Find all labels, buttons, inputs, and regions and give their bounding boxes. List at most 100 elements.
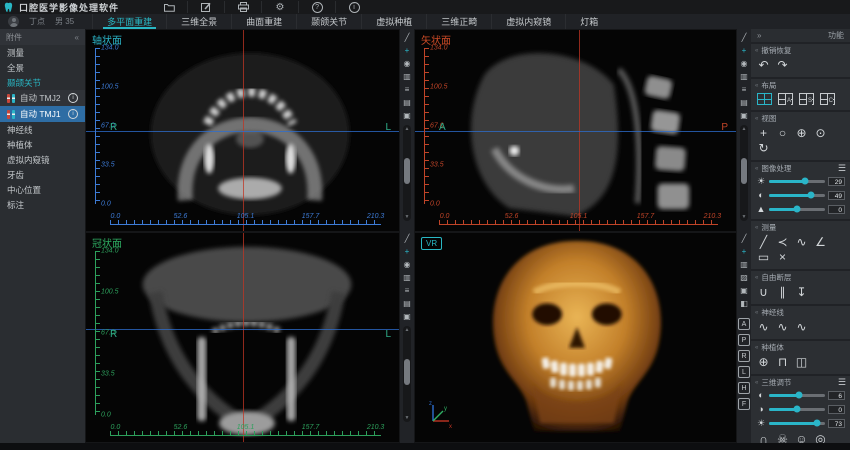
layout-option-C-icon[interactable]: C [820,93,835,105]
undo-icon[interactable]: ↶ [757,58,770,72]
tab-三维正畸[interactable]: 三维正畸 [426,14,491,29]
nerve-3-icon[interactable]: ∿ [795,320,808,334]
section-header[interactable]: «撤销恢复 [755,45,846,56]
slider-thumb[interactable] [794,206,801,213]
i-cube-icon[interactable]: ◫ [795,355,808,369]
slider-thumb[interactable] [807,192,814,199]
vr-chart-icon[interactable]: ▥ [738,258,750,271]
section-header[interactable]: «自由断层 [755,272,846,283]
slider-track[interactable] [769,394,825,397]
slider-track[interactable] [769,194,825,197]
scroll-up-icon[interactable]: ▲ [403,327,411,333]
i-screw-icon[interactable]: ⊓ [776,355,789,369]
sidebar-item-虚拟内窥镜[interactable]: 虚拟内窥镜 [0,152,85,167]
section-collapse-icon[interactable]: « [755,83,758,89]
m-cross-icon[interactable]: × [776,250,789,264]
sagittal-crosshair-icon[interactable]: + [738,44,750,57]
vr-cube-icon[interactable]: ◧ [738,297,750,310]
scroll-down-icon[interactable]: ▼ [403,214,411,220]
tab-灯箱[interactable]: 灯箱 [565,14,612,29]
vr-hatch-icon[interactable]: ▨ [738,271,750,284]
patient-avatar[interactable] [8,16,19,27]
m-line-icon[interactable]: ╱ [757,235,770,249]
slice-scrollbar[interactable]: ▲▼ [740,125,748,221]
sidebar-item-神经线[interactable]: 神经线 [0,122,85,137]
info-icon[interactable]: i [68,93,78,103]
info-icon[interactable]: i [335,1,372,13]
axial-list-icon[interactable]: ▤ [401,96,413,109]
nerve-2-icon[interactable]: ∿ [776,320,789,334]
sidebar-item-颞颌关节[interactable]: 颞颌关节 [0,75,85,90]
sagittal-list-icon[interactable]: ▤ [738,96,750,109]
vr-orientation-R[interactable]: R [738,350,750,362]
sidebar-item-自动 TMJ1[interactable]: 自动 TMJ1i [0,106,85,122]
crosshair-horizontal-line[interactable] [86,329,399,330]
section-header[interactable]: «种植体 [755,342,846,353]
coronal-crosshair-icon[interactable]: + [401,245,413,258]
vr-mode-button[interactable]: VR [421,237,442,250]
m-curve-icon[interactable]: ∿ [795,235,808,249]
print-icon[interactable] [224,1,261,13]
slider-track[interactable] [769,208,825,211]
section-collapse-icon[interactable]: « [755,48,758,54]
sidebar-item-中心位置[interactable]: 中心位置 [0,182,85,197]
scrollbar-thumb[interactable] [404,158,410,184]
slider-track[interactable] [769,422,825,425]
coronal-line-icon[interactable]: ╱ [401,232,413,245]
section-collapse-icon[interactable]: « [755,345,758,351]
section-menu-icon[interactable]: ☰ [838,163,846,174]
viewport-coronal[interactable]: 冠状面134.0100.567.033.50.00.052.6105.1157.… [85,232,400,443]
axial-lines-icon[interactable]: ≡ [401,83,413,96]
scrollbar-thumb[interactable] [741,158,747,184]
help-icon[interactable]: ? [298,1,335,13]
sagittal-lines-icon[interactable]: ≡ [738,83,750,96]
vr-crosshair-icon[interactable]: + [738,245,750,258]
sidebar-item-自动 TMJ2[interactable]: 自动 TMJ2i [0,90,85,106]
tab-三维全景[interactable]: 三维全景 [166,14,231,29]
tab-颞颌关节[interactable]: 颞颌关节 [296,14,361,29]
slider-thumb[interactable] [795,392,802,399]
axial-chart-icon[interactable]: ▥ [401,70,413,83]
sidebar-item-种植体[interactable]: 种植体 [0,137,85,152]
f-pin-icon[interactable]: ↧ [795,285,808,299]
panel-collapse-icon[interactable]: » [757,31,761,40]
sidebar-item-测量[interactable]: 测量 [0,45,85,60]
edit-icon[interactable] [187,1,224,13]
coronal-list-icon[interactable]: ▤ [401,297,413,310]
viewport-axial[interactable]: 轴状面134.0100.567.033.50.00.052.6105.1157.… [85,29,400,232]
scroll-down-icon[interactable]: ▼ [740,214,748,220]
sagittal-image-icon[interactable]: ▣ [738,109,750,122]
crosshair-vertical-line[interactable] [243,233,244,442]
coronal-eye-icon[interactable]: ◉ [401,258,413,271]
scroll-down-icon[interactable]: ▼ [403,415,411,421]
sidebar-item-全景[interactable]: 全景 [0,60,85,75]
info-icon[interactable]: i [68,109,78,119]
layout-option-grid-icon[interactable] [757,93,772,105]
axial-image-icon[interactable]: ▣ [401,109,413,122]
layout-option-S-icon[interactable]: S [799,93,814,105]
sidebar-item-牙齿[interactable]: 牙齿 [0,167,85,182]
slice-scrollbar[interactable]: ▲▼ [403,125,411,221]
section-header[interactable]: «视图 [755,113,846,124]
axial-eye-icon[interactable]: ◉ [401,57,413,70]
layout-option-A-icon[interactable]: A [778,93,793,105]
m-polyline-icon[interactable]: ≺ [776,235,789,249]
vr-orientation-F[interactable]: F [738,398,750,410]
section-header[interactable]: «图像处理☰ [755,163,846,174]
coronal-image-icon[interactable]: ▣ [401,310,413,323]
slider-thumb[interactable] [814,420,821,427]
m-rect-icon[interactable]: ▭ [757,250,770,264]
sidebar-item-标注[interactable]: 标注 [0,197,85,212]
section-menu-icon[interactable]: ☰ [838,377,846,388]
zoom-in-icon[interactable]: ⊕ [795,126,808,140]
section-header[interactable]: «测量 [755,222,846,233]
axial-crosshair-icon[interactable]: + [401,44,413,57]
slice-scrollbar[interactable]: ▲▼ [403,326,411,422]
slider-thumb[interactable] [794,406,801,413]
folder-icon[interactable] [151,1,187,13]
slider-track[interactable] [769,180,825,183]
scroll-up-icon[interactable]: ▲ [403,126,411,132]
slider-thumb[interactable] [802,178,809,185]
plus-icon[interactable]: + [757,126,770,140]
nerve-1-icon[interactable]: ∿ [757,320,770,334]
